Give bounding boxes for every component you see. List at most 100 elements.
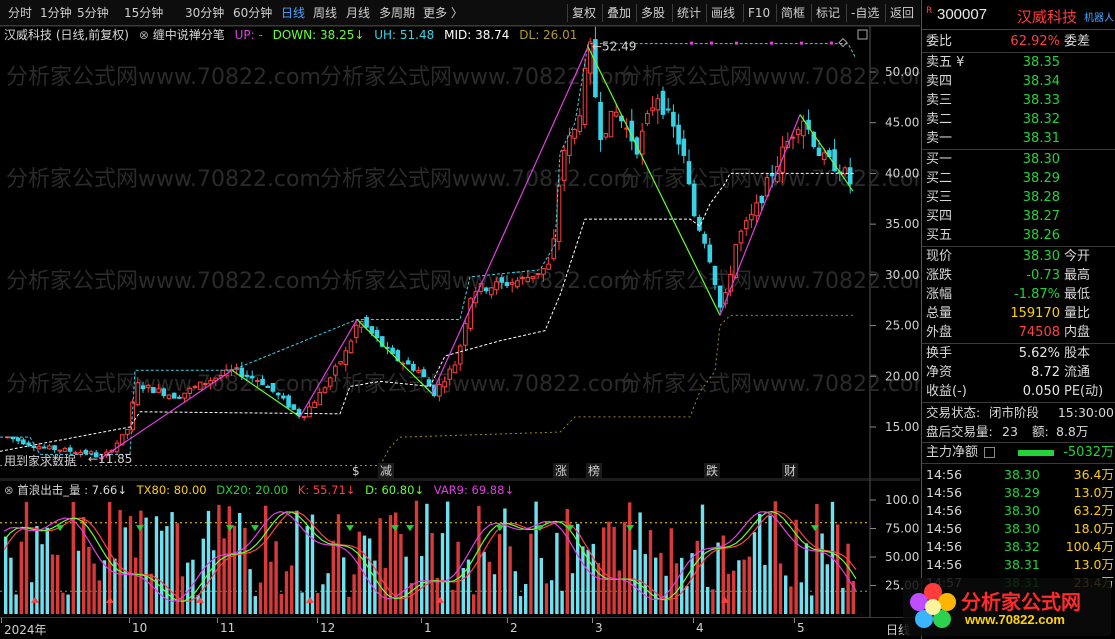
volume-bar [430, 533, 434, 614]
bid-row[interactable]: 买四 38.27 [922, 207, 1115, 226]
period-tab-0[interactable]: 分时 [8, 5, 32, 22]
period-tab-7[interactable]: 周线 [313, 5, 337, 22]
time-axis-tick [217, 618, 218, 623]
volume-bar [253, 596, 257, 614]
watermark-text: 分析家公式网www.70822.com [620, 65, 920, 90]
tick-volume: 63.2万 [1073, 503, 1114, 518]
volume-bar [61, 592, 65, 614]
tool-button-6[interactable]: 简框 [781, 5, 805, 22]
period-tab-1[interactable]: 1分钟 [40, 5, 72, 22]
robot-button[interactable]: 机器人 [1084, 9, 1114, 24]
tool-button-8[interactable]: -自选 [851, 5, 879, 22]
weibi-value: 62.92% [1010, 34, 1060, 49]
bid-row[interactable]: 买二 38.29 [922, 169, 1115, 188]
volume-bar [45, 527, 49, 614]
volume-bar [279, 593, 283, 614]
tool-button-2[interactable]: 多股 [641, 5, 665, 22]
volume-bar [654, 557, 658, 614]
tool-button-4[interactable]: 画线 [711, 5, 735, 22]
tool-button-1[interactable]: 叠加 [607, 5, 631, 22]
tick-time: 14:56 [926, 557, 963, 572]
stock-code[interactable]: 300007 [937, 6, 987, 23]
candle-body [130, 401, 135, 431]
candle-body [364, 317, 369, 328]
indicator-volume-name[interactable]: 首浪出击_量 : 7.66↓ [17, 483, 127, 497]
volume-bar [669, 528, 673, 614]
tick-row: 14:56 38.32 100.4万 [922, 538, 1115, 556]
volume-bar [238, 512, 242, 614]
period-tab-10[interactable]: 更多 〉 [423, 5, 463, 22]
logo-url: www.70822.com [965, 612, 1065, 627]
tool-button-5[interactable]: F10 [748, 5, 770, 22]
status-value: 闭市阶段 [989, 405, 1040, 420]
period-toolbar: 分时 1分钟 5分钟 15分钟 30分钟 60分钟 日线 周线 月线 多周期 更多 〉 复权 叠加 多股统… [0, 0, 920, 26]
price-tick-label: 50.00 [885, 65, 919, 79]
stock-name[interactable]: 汉威科技 [1017, 6, 1077, 27]
volume-bar [232, 525, 237, 614]
indicator-menu-icon[interactable]: ⊗ [4, 483, 14, 497]
volume-bar [742, 559, 746, 614]
watermark-text: 分析家公式网www.70822.com [320, 269, 635, 294]
tool-button-3[interactable]: 统计 [677, 5, 701, 22]
candle-body [275, 392, 281, 396]
bid-row[interactable]: 买三 38.28 [922, 188, 1115, 207]
bid-price: 38.27 [1022, 209, 1060, 224]
candle-body [421, 369, 427, 377]
volume-bar [570, 573, 575, 614]
tick-row: 14:56 38.31 13.0万 [922, 556, 1115, 574]
ask-label: 卖四 [926, 74, 953, 89]
status-label: 交易状态: [926, 405, 981, 420]
period-tab-2[interactable]: 5分钟 [77, 5, 109, 22]
volume-bar [617, 570, 621, 614]
period-tab-3[interactable]: 15分钟 [124, 5, 163, 22]
candle-body [151, 387, 156, 394]
volume-bar [321, 584, 325, 614]
bid-row[interactable]: 买五 38.26 [922, 226, 1115, 245]
candle-body [244, 374, 250, 377]
period-tab-4[interactable]: 30分钟 [185, 5, 224, 22]
period-tab-9[interactable]: 多周期 [379, 5, 415, 22]
volume-bar [243, 527, 247, 614]
bid-row[interactable]: 买一 38.30 [922, 150, 1115, 169]
volume-bar [399, 533, 403, 614]
time-axis-tick [794, 618, 795, 623]
candle-body [650, 107, 655, 112]
watermark-text: 分析家公式网www.70822.com [320, 65, 635, 90]
tick-price: 38.30 [1004, 503, 1040, 518]
tick-price: 38.30 [1004, 521, 1040, 536]
volume-bar [763, 564, 767, 614]
ask-row[interactable]: 卖四 38.34 [922, 72, 1115, 91]
indicator-chart[interactable]: 100.075.0050.0025.00 [0, 480, 920, 617]
candle-body [483, 287, 489, 292]
tool-button-9[interactable]: 返回 [890, 5, 914, 22]
candle-body [140, 385, 146, 390]
volume-bar [706, 586, 710, 614]
time-axis-tick [507, 618, 508, 623]
ask-row[interactable]: 卖三 38.33 [922, 91, 1115, 110]
ask-row[interactable]: 卖二 38.32 [922, 110, 1115, 129]
toolbar-separator [811, 4, 812, 22]
period-tab-8[interactable]: 月线 [346, 5, 370, 22]
candle-body [572, 128, 577, 139]
indicator-menu-icon[interactable]: ⊗ [139, 28, 149, 42]
candle-body [161, 388, 167, 397]
candle-body [665, 108, 671, 111]
volume-bar [607, 521, 611, 614]
tool-button-0[interactable]: 复权 [572, 5, 596, 22]
candle-body [249, 375, 255, 379]
period-tab-6[interactable]: 日线 [281, 5, 305, 22]
price-chart[interactable]: 分析家公式网www.70822.com分析家公式网www.70822.com分析… [0, 26, 920, 480]
volume-bar [638, 512, 642, 614]
candle-body [145, 384, 151, 389]
dx20-value: DX20: 20.00 [216, 483, 289, 497]
indicator-name[interactable]: 缠中说禅分笔 [153, 28, 225, 42]
stat-label: 现价 [926, 249, 953, 264]
period-tab-5[interactable]: 60分钟 [233, 5, 272, 22]
mainflow-icon[interactable] [984, 447, 995, 458]
tool-button-7[interactable]: 标记 [816, 5, 840, 22]
mainflow-value: -5032万 [1063, 445, 1114, 460]
ask-row[interactable]: 卖一 38.31 [922, 129, 1115, 148]
volume-bar [539, 558, 543, 614]
ask-row[interactable]: 卖五 ¥ 38.35 [922, 53, 1115, 72]
volume-bar [836, 524, 840, 614]
